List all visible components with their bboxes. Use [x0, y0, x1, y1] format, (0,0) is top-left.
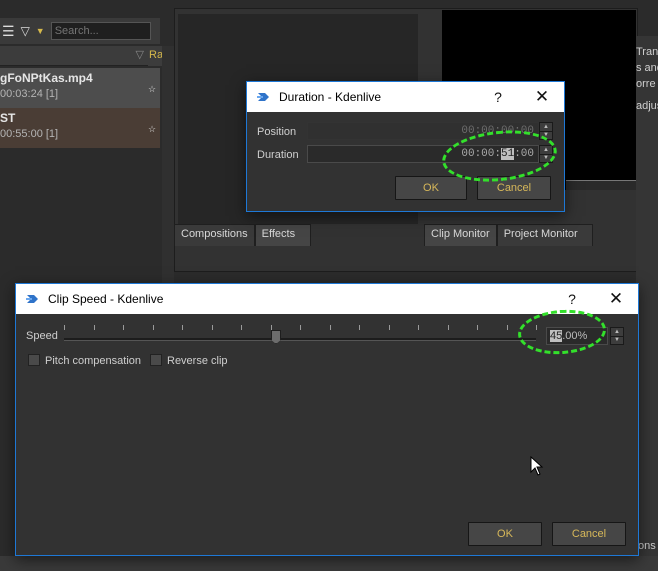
slider-tick	[448, 325, 449, 330]
speed-spinner[interactable]: ▲ ▼	[610, 327, 624, 345]
clip-duration: 00:55:00 [1]	[0, 128, 59, 140]
reverse-clip-label: Reverse clip	[167, 355, 228, 367]
slider-tick	[418, 325, 419, 330]
clip-name: gFoNPtKas.mp4	[0, 71, 93, 85]
slider-tick	[359, 325, 360, 330]
pitch-compensation-checkbox[interactable]	[28, 354, 40, 366]
filter-icon[interactable]: ▽	[21, 24, 30, 38]
slider-tick	[241, 325, 242, 330]
pitch-compensation-label: Pitch compensation	[45, 355, 141, 367]
kdenlive-app-icon	[26, 295, 38, 303]
spin-up-icon[interactable]: ▲	[611, 328, 623, 336]
right-panel-line: adjus	[636, 100, 658, 112]
star-icon[interactable]: ☆	[148, 84, 156, 95]
slider-tick	[182, 325, 183, 330]
dialog-title: Clip Speed - Kdenlive	[48, 292, 164, 306]
slider-tick	[212, 325, 213, 330]
sort-arrow-icon[interactable]: ▽	[136, 48, 144, 61]
right-panel-bottom-text: ons	[638, 540, 656, 552]
spin-up-icon[interactable]: ▲	[540, 123, 552, 131]
slider-tick	[477, 325, 478, 330]
reverse-clip-checkbox[interactable]	[150, 354, 162, 366]
bin-toolbar: ☰ ▽ ▼	[0, 18, 160, 44]
dialog-title: Duration - Kdenlive	[279, 90, 382, 104]
tab-effects[interactable]: Effects	[254, 224, 311, 246]
ok-button[interactable]: OK	[468, 522, 542, 546]
slider-tick	[123, 325, 124, 330]
speed-slider-handle[interactable]	[271, 330, 281, 344]
bin-search-input[interactable]	[50, 22, 151, 40]
speed-slider-track[interactable]	[64, 338, 536, 341]
clip-duration: 00:03:24 [1]	[0, 88, 59, 100]
help-button[interactable]: ?	[476, 82, 520, 112]
kdenlive-app-icon	[257, 93, 269, 101]
position-label: Position	[257, 126, 297, 138]
right-panel-line: orre	[636, 78, 656, 90]
right-panel-line: Trans	[636, 46, 658, 58]
slider-tick	[300, 325, 301, 330]
tab-clip-monitor[interactable]: Clip Monitor	[424, 224, 497, 246]
close-button[interactable]: ✕	[520, 82, 564, 112]
clip-speed-dialog-titlebar: Clip Speed - Kdenlive ? ✕	[16, 284, 638, 314]
close-button[interactable]: ✕	[594, 284, 638, 314]
tab-project-monitor[interactable]: Project Monitor	[496, 224, 593, 246]
duration-label: Duration	[257, 149, 299, 161]
slider-tick	[389, 325, 390, 330]
menu-icon[interactable]: ☰	[2, 23, 15, 40]
slider-tick	[271, 325, 272, 330]
right-panel-text: Trans s and orre adjus	[636, 44, 658, 144]
bin-column-header[interactable]: ▽	[0, 46, 148, 66]
spin-down-icon[interactable]: ▼	[611, 335, 623, 345]
slider-tick	[507, 325, 508, 330]
bin-clip-item[interactable]: ST 00:55:00 [1] ☆	[0, 108, 160, 148]
cancel-button[interactable]: Cancel	[552, 522, 626, 546]
slider-tick	[153, 325, 154, 330]
clip-name: ST	[0, 111, 16, 125]
right-panel-line: s and	[636, 62, 658, 74]
mouse-cursor-icon	[530, 456, 544, 476]
duration-dialog-titlebar: Duration - Kdenlive ? ✕	[247, 82, 564, 112]
slider-tick	[94, 325, 95, 330]
monitor-ruler[interactable]	[566, 180, 636, 190]
slider-tick	[64, 325, 65, 330]
bin-clip-item[interactable]: gFoNPtKas.mp4 00:03:24 [1] ☆	[0, 68, 160, 108]
slider-tick	[330, 325, 331, 330]
speed-label: Speed	[26, 330, 58, 342]
ok-button[interactable]: OK	[395, 176, 467, 200]
star-icon[interactable]: ☆	[148, 124, 156, 135]
left-tab-bar: Compositions Effects	[174, 224, 311, 246]
monitor-tab-bar: Clip Monitor Project Monitor	[424, 224, 593, 246]
dropdown-arrow-icon[interactable]: ▼	[36, 26, 45, 36]
timeline-toolbar	[0, 556, 658, 571]
tab-compositions[interactable]: Compositions	[174, 224, 255, 246]
